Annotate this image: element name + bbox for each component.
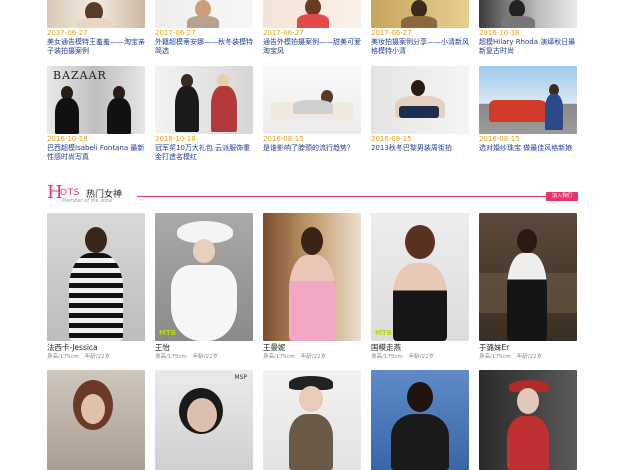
article-date: 2016-10-18 (155, 135, 196, 143)
member-photo[interactable] (47, 370, 145, 470)
member-card[interactable] (47, 370, 145, 470)
member-card[interactable]: MTB 王怡 身高/175cm 年龄/22岁 (155, 213, 253, 361)
section-subtitle: Member of the zone (62, 198, 113, 204)
article-date: 2016-10-18 (479, 29, 520, 37)
member-card[interactable] (371, 370, 469, 470)
article-card[interactable]: 2016-10-18 冠军奖10万大礼包 云派服饰重金打造名模红 (155, 66, 253, 162)
member-photo[interactable] (47, 213, 145, 341)
member-name[interactable]: 于潞妹Er (479, 343, 577, 353)
member-photo[interactable]: MTB (371, 213, 469, 341)
member-name[interactable]: 法西卡-Jessica (47, 343, 145, 353)
article-grid-top: 2017-06-27 美女通告模特王羞羞——淘宝亲子装拍摄案例 2017-06-… (47, 0, 578, 56)
member-card[interactable] (263, 370, 361, 470)
member-meta: 身高/175cm 年龄/22岁 (155, 353, 253, 361)
member-photo[interactable] (263, 370, 361, 470)
article-image[interactable] (263, 0, 361, 28)
member-grid: 法西卡-Jessica 身高/175cm 年龄/22岁 MTB 王怡 身高/175… (47, 213, 578, 361)
member-card[interactable]: 于潞妹Er 身高/175cm 年龄/22岁 (479, 213, 577, 361)
article-grid-second: BAZAAR 2016-10-18 巴西超模Isabeli Fontana 最新… (47, 66, 578, 162)
member-meta: 身高/175cm 年龄/22岁 (263, 353, 361, 361)
article-image[interactable] (371, 66, 469, 134)
article-date: 2017-06-27 (263, 29, 304, 37)
article-date: 2017-06-27 (371, 29, 412, 37)
member-card[interactable]: 法西卡-Jessica 身高/175cm 年龄/22岁 (47, 213, 145, 361)
member-photo[interactable] (263, 213, 361, 341)
member-photo[interactable] (371, 370, 469, 470)
article-image[interactable] (263, 66, 361, 134)
member-photo[interactable] (479, 213, 577, 341)
hots-section-header: H OTS 热门女神 Member of the zone 加入我们 (47, 183, 578, 209)
article-image[interactable] (47, 0, 145, 28)
article-card[interactable]: 2017-06-27 美女通告模特王羞羞——淘宝亲子装拍摄案例 (47, 0, 145, 56)
article-title[interactable]: 超模Hilary Rhoda 演绎秋日最新复古时尚 (479, 38, 577, 56)
join-us-button[interactable]: 加入我们 (545, 192, 578, 201)
member-photo[interactable]: MSP (155, 370, 253, 470)
member-photo[interactable] (479, 370, 577, 470)
article-card[interactable]: 2017-06-27 美妆拍摄案例分享——小清新风格模特小清 (371, 0, 469, 56)
article-card[interactable]: 2016-08-15 是谁影响了脖颈的流行趋势？ (263, 66, 361, 162)
article-card[interactable]: 2017-06-27 通告外模拍摄案例——甜美可爱淘宝风 (263, 0, 361, 56)
article-title[interactable]: 美妆拍摄案例分享——小清新风格模特小清 (371, 38, 469, 56)
article-date: 2016-08-15 (371, 135, 412, 143)
article-title[interactable]: 冠军奖10万大礼包 云派服饰重金打造名模红 (155, 144, 253, 162)
member-card[interactable] (479, 370, 577, 470)
member-card[interactable]: 王曼妮 身高/175cm 年龄/22岁 (263, 213, 361, 361)
member-card[interactable]: MSP (155, 370, 253, 470)
mtb-badge: MTB (375, 329, 393, 337)
member-age: 年龄/22岁 (408, 354, 435, 360)
member-photo[interactable]: MTB (155, 213, 253, 341)
member-meta: 身高/175cm 年龄/22岁 (47, 353, 145, 361)
article-image[interactable] (371, 0, 469, 28)
member-name[interactable]: 王怡 (155, 343, 253, 353)
article-image[interactable] (155, 0, 253, 28)
member-name[interactable]: 国模走燕 (371, 343, 469, 353)
article-card[interactable]: 2016-08-15 选对婚纱珠宝 做最佳风格新娘 (479, 66, 577, 162)
section-title-en: OTS (60, 188, 80, 198)
article-title[interactable]: 美女通告模特王羞羞——淘宝亲子装拍摄案例 (47, 38, 145, 56)
article-card[interactable]: 2016-10-18 超模Hilary Rhoda 演绎秋日最新复古时尚 (479, 0, 577, 56)
article-title[interactable]: 通告外模拍摄案例——甜美可爱淘宝风 (263, 38, 361, 56)
article-date: 2016-08-15 (263, 135, 304, 143)
article-title[interactable]: 是谁影响了脖颈的流行趋势？ (263, 144, 361, 153)
article-date: 2017-06-27 (155, 29, 196, 37)
article-card[interactable]: 2017-06-27 外籍超模蒂安娜——秋冬装模特简选 (155, 0, 253, 56)
article-title[interactable]: 外籍超模蒂安娜——秋冬装模特简选 (155, 38, 253, 56)
article-image[interactable] (479, 0, 577, 28)
article-date: 2016-10-18 (47, 135, 88, 143)
article-card[interactable]: BAZAAR 2016-10-18 巴西超模Isabeli Fontana 最新… (47, 66, 145, 162)
article-date: 2017-06-27 (47, 29, 88, 37)
member-age: 年龄/22岁 (300, 354, 327, 360)
section-divider (137, 196, 578, 197)
mtb-badge: MTB (159, 329, 177, 337)
member-card[interactable]: MTB 国模走燕 身高/175cm 年龄/22岁 (371, 213, 469, 361)
member-age: 年龄/22岁 (84, 354, 111, 360)
member-name[interactable]: 王曼妮 (263, 343, 361, 353)
member-height: 身高/175cm (263, 354, 295, 360)
article-title[interactable]: 2013秋冬巴黎男装周街拍 (371, 144, 469, 153)
member-grid-2: MSP (47, 370, 578, 470)
article-title[interactable]: 选对婚纱珠宝 做最佳风格新娘 (479, 144, 577, 153)
article-title[interactable]: 巴西超模Isabeli Fontana 最新性感时尚写真 (47, 144, 145, 162)
article-date: 2016-08-15 (479, 135, 520, 143)
member-meta: 身高/175cm 年龄/22岁 (479, 353, 577, 361)
article-card[interactable]: 2016-08-15 2013秋冬巴黎男装周街拍 (371, 66, 469, 162)
member-height: 身高/175cm (371, 354, 403, 360)
member-height: 身高/175cm (47, 354, 79, 360)
member-age: 年龄/22岁 (192, 354, 219, 360)
member-meta: 身高/175cm 年龄/22岁 (371, 353, 469, 361)
member-height: 身高/175cm (155, 354, 187, 360)
member-height: 身高/175cm (479, 354, 511, 360)
article-image[interactable] (155, 66, 253, 134)
article-image[interactable]: BAZAAR (47, 66, 145, 134)
member-age: 年龄/22岁 (516, 354, 543, 360)
article-image[interactable] (479, 66, 577, 134)
